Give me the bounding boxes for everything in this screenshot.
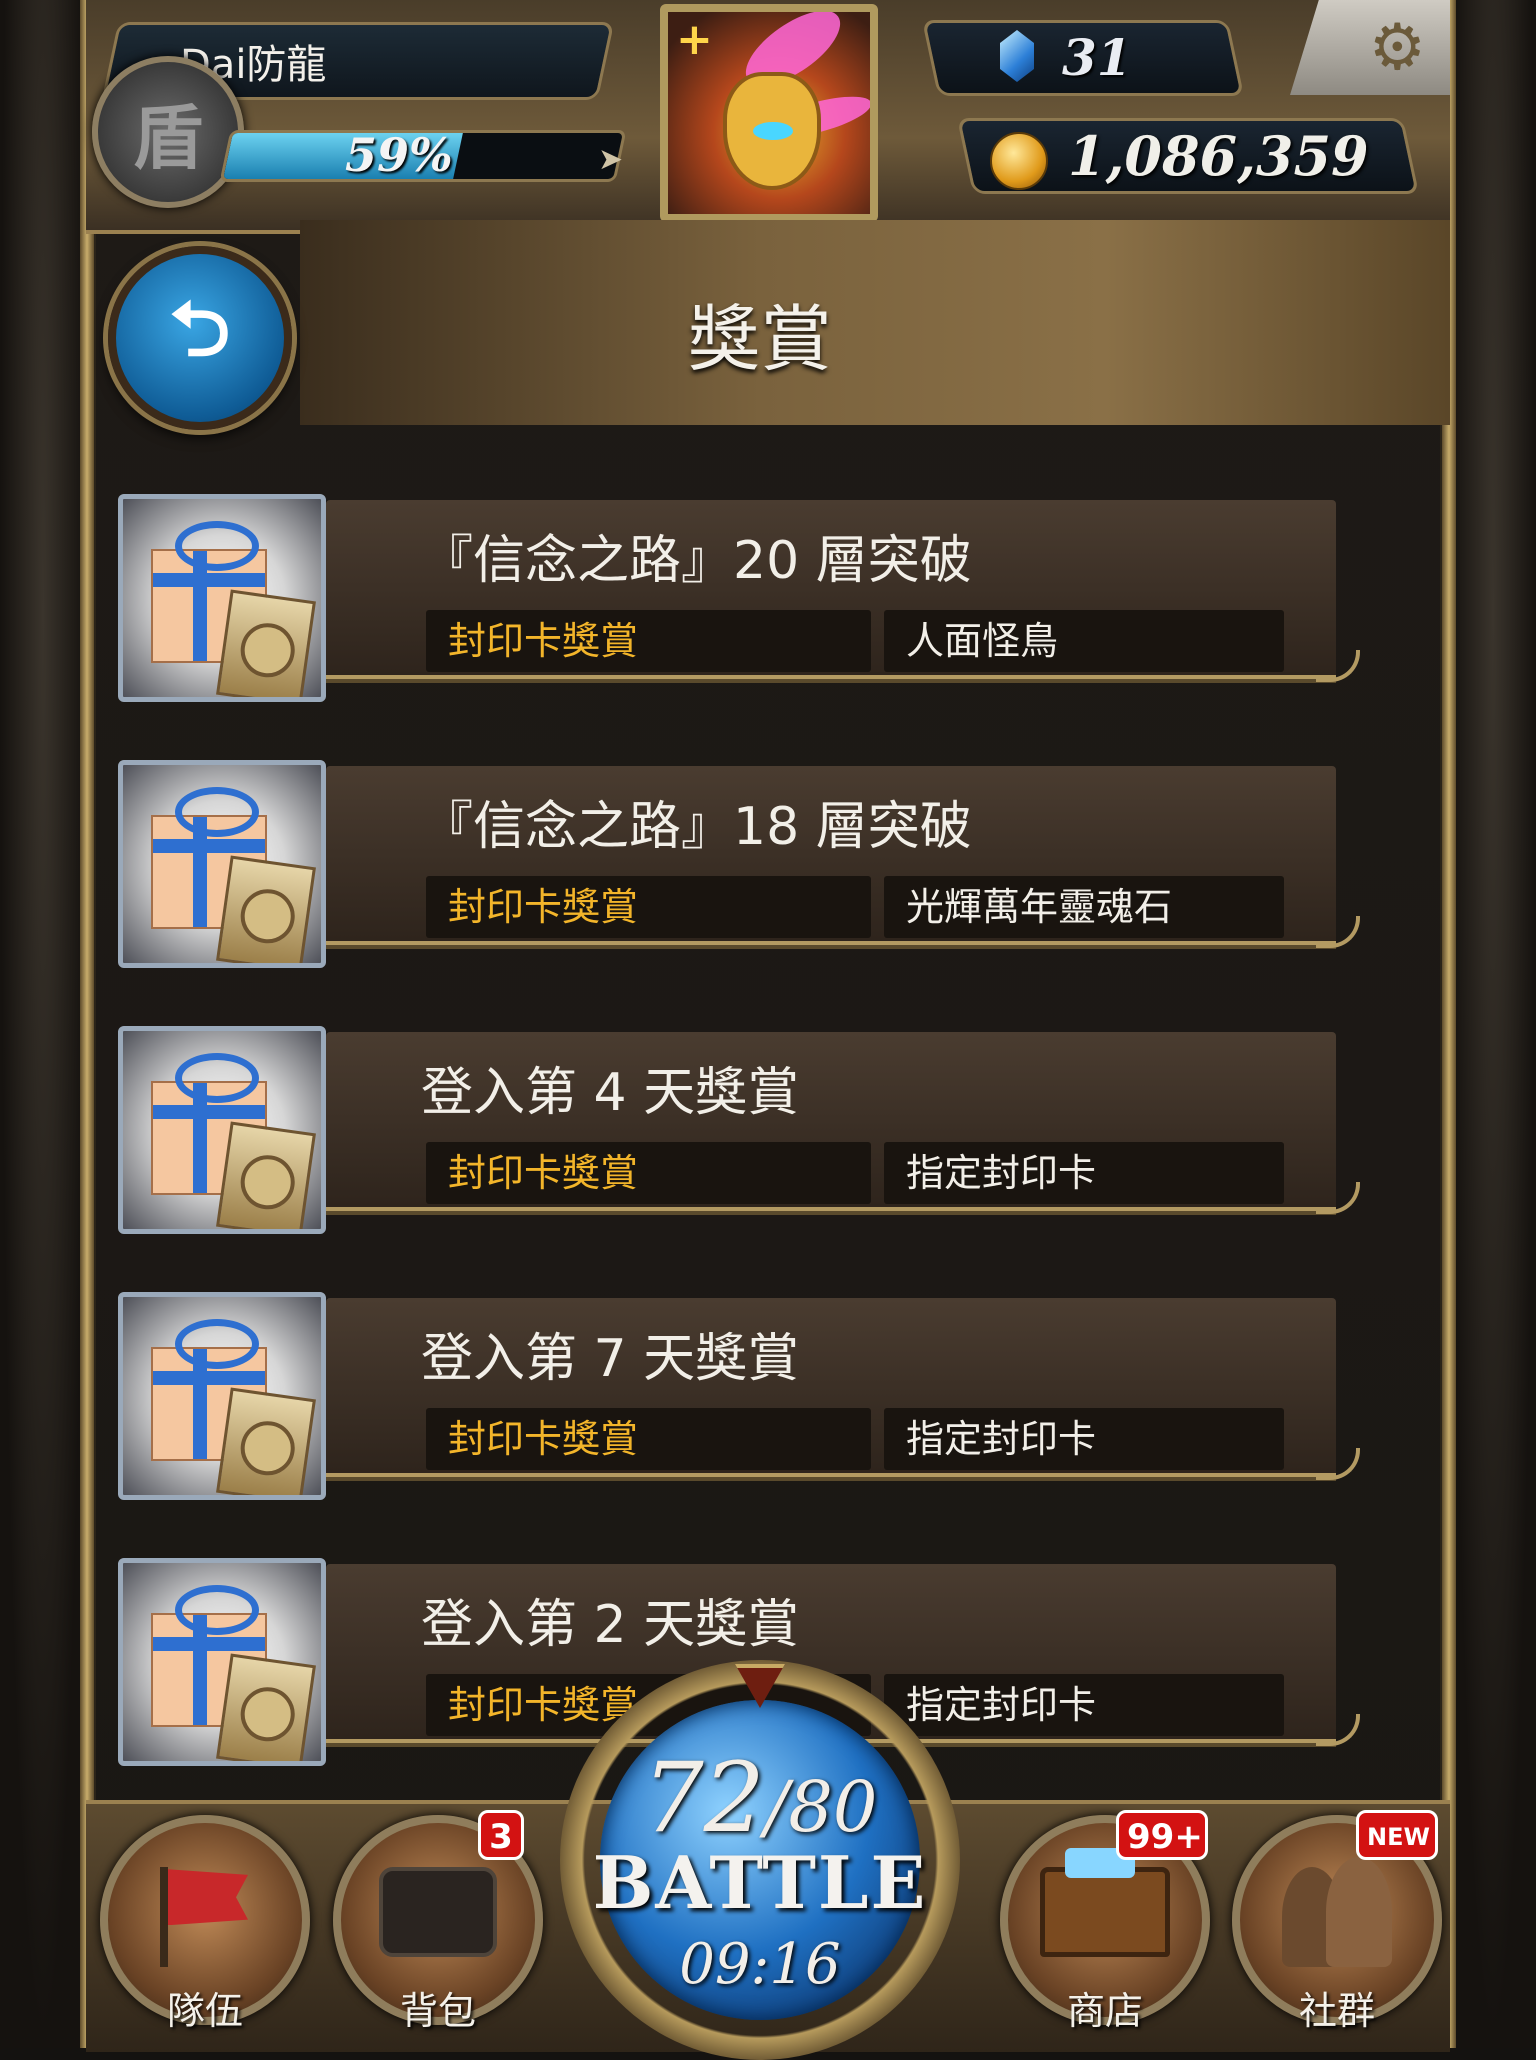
social-new-badge: NEW <box>1356 1810 1438 1860</box>
exp-percent: 59% <box>345 128 453 182</box>
bag-count-badge: 3 <box>478 1810 524 1860</box>
reward-type: 封印卡獎賞 <box>426 1408 871 1470</box>
seal-card-icon <box>216 589 316 697</box>
ribbon <box>153 1371 265 1385</box>
title-banner <box>300 220 1450 425</box>
right-border-decoration <box>1450 0 1536 2048</box>
gift-bow <box>175 521 259 571</box>
nav-social-label: 社群 <box>1298 1989 1375 2033</box>
person-silhouette <box>1326 1857 1392 1968</box>
panel-corner-ornament <box>1316 1448 1360 1480</box>
ribbon <box>153 1637 265 1651</box>
gift-card-icon <box>118 760 326 968</box>
battle-button[interactable]: 72/80 BATTLE 09:16 <box>560 1660 980 2060</box>
coin-count: 1,086,359 <box>1068 124 1369 188</box>
gift-card-icon <box>118 1292 326 1500</box>
panel-corner-ornament <box>1316 1182 1360 1214</box>
gift-card-icon <box>118 1026 326 1234</box>
seal-card-icon <box>216 1653 316 1761</box>
flag-pole <box>160 1867 168 1968</box>
nav-team-label: 隊伍 <box>166 1989 243 2033</box>
gift-card-icon <box>118 494 326 702</box>
gift-bow <box>175 787 259 837</box>
reward-card[interactable]: 登入第 4 天獎賞 封印卡獎賞 指定封印卡 <box>86 1002 1386 1242</box>
nav-shop-label: 商店 <box>1066 1989 1143 2033</box>
exp-arrow-icon: ➤ <box>598 142 624 177</box>
leader-portrait[interactable]: + <box>660 4 878 222</box>
panel-corner-ornament <box>1316 916 1360 948</box>
people-icon <box>1282 1857 1392 1968</box>
reward-title: 登入第 7 天獎賞 <box>421 1329 800 1389</box>
stamina-max: /80 <box>764 1766 878 1848</box>
nav-bag-label: 背包 <box>399 1989 476 2033</box>
reward-type: 封印卡獎賞 <box>426 876 871 938</box>
flag-cloth <box>168 1869 248 1926</box>
stamina-timer: 09:16 <box>679 1932 841 1997</box>
reward-item: 人面怪鳥 <box>884 610 1284 672</box>
ribbon <box>153 839 265 853</box>
panel-corner-ornament <box>1316 650 1360 682</box>
seal-card-icon <box>216 855 316 963</box>
stamina-current: 72 <box>642 1742 765 1854</box>
reward-card[interactable]: 『信念之路』20 層突破 封印卡獎賞 人面怪鳥 <box>86 470 1386 710</box>
gift-bow <box>175 1053 259 1103</box>
portrait-eye <box>753 122 793 140</box>
gift-card-icon <box>118 1558 326 1766</box>
coin-icon <box>990 132 1048 190</box>
seal-card-icon <box>216 1387 316 1495</box>
rank-glyph: 盾 <box>133 96 203 179</box>
reward-card[interactable]: 登入第 7 天獎賞 封印卡獎賞 指定封印卡 <box>86 1268 1386 1508</box>
reward-title: 登入第 4 天獎賞 <box>421 1063 800 1123</box>
reward-item: 指定封印卡 <box>884 1142 1284 1204</box>
plus-icon: + <box>676 14 713 65</box>
back-button[interactable]: ⮌ <box>108 246 292 430</box>
gear-icon: ⚙ <box>1368 10 1426 85</box>
back-arrow-icon: ⮌ <box>169 283 231 373</box>
reward-type: 封印卡獎賞 <box>426 610 871 672</box>
panel-corner-ornament <box>1316 1714 1360 1746</box>
page-title: 獎賞 <box>687 297 832 381</box>
reward-item: 指定封印卡 <box>884 1408 1284 1470</box>
reward-item: 光輝萬年靈魂石 <box>884 876 1284 938</box>
bag-icon <box>379 1867 497 1958</box>
reward-title: 『信念之路』20 層突破 <box>421 531 972 591</box>
rank-badge-icon[interactable]: 盾 <box>92 56 244 208</box>
reward-type: 封印卡獎賞 <box>426 1142 871 1204</box>
flag-icon <box>160 1867 250 1968</box>
battle-stamina: 72/80 <box>560 1742 960 1854</box>
gift-bow <box>175 1319 259 1369</box>
left-border-decoration <box>0 0 86 2048</box>
gift-bow <box>175 1585 259 1635</box>
ribbon <box>153 573 265 587</box>
treasure-chest-icon <box>1040 1848 1170 1958</box>
reward-title: 『信念之路』18 層突破 <box>421 797 972 857</box>
battle-label: BATTLE <box>592 1840 928 1925</box>
ribbon <box>153 1105 265 1119</box>
seal-card-icon <box>216 1121 316 1229</box>
shop-count-badge: 99+ <box>1116 1810 1208 1860</box>
gem-count: 31 <box>1062 28 1132 87</box>
reward-title: 登入第 2 天獎賞 <box>421 1595 800 1655</box>
reward-card[interactable]: 『信念之路』18 層突破 封印卡獎賞 光輝萬年靈魂石 <box>86 736 1386 976</box>
